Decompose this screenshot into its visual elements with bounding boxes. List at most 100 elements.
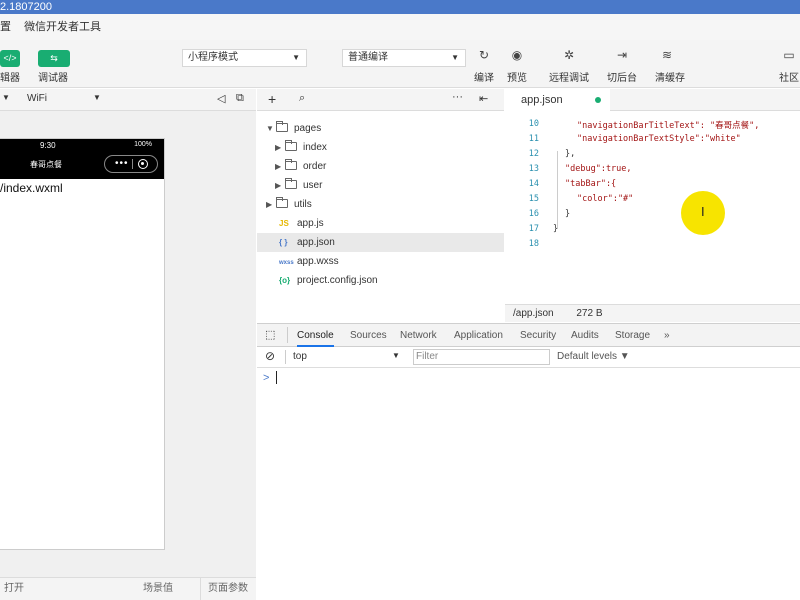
add-icon[interactable]: + [268,91,276,107]
network-select-value[interactable]: WiFi [27,93,47,104]
file-size: 272 B [576,308,603,319]
tab-audits[interactable]: Audits [571,324,599,347]
code-line: "tabBar":{ [565,179,617,189]
tab-network[interactable]: Network [400,324,437,347]
collapse-panel-icon[interactable]: ⇤ [479,92,488,105]
context-select[interactable]: top [293,351,307,362]
code-editor[interactable]: 10 "navigationBarTitleText": "春哥点餐", 11 … [505,111,800,303]
status-battery: 100% [134,141,152,148]
more-icon[interactable]: ••• [115,157,129,171]
toolbar-divider [285,350,286,364]
tab-sources[interactable]: Sources [350,324,387,347]
json-file-icon: { } [279,238,288,247]
mode-select[interactable]: 小程序模式 ▼ [182,49,307,67]
switch-background-label[interactable]: 切后台 [604,69,640,84]
line-number: 14 [528,179,539,189]
line-number: 15 [528,194,539,204]
community-label[interactable]: 社区 [778,69,800,84]
debugger-toggle-button[interactable]: ⇆ [38,50,70,67]
tree-folder-order[interactable]: ▶ order [275,157,326,176]
remote-debug-button-label[interactable]: 远程调试 [546,69,592,84]
tree-folder-user[interactable]: ▶ user [275,176,322,195]
file-path: /app.json [513,308,554,319]
chevron-right-icon[interactable]: ▶ [275,157,285,176]
layers-icon[interactable]: ≋ [657,48,677,66]
chevron-down-icon: ▼ [292,53,300,62]
editor-tab-bar: app.json [505,89,800,111]
open-label[interactable]: 打开 [4,578,24,600]
code-line: "color":"#" [577,194,634,204]
volume-icon[interactable]: ◁ [217,92,225,105]
clear-cache-label[interactable]: 清缓存 [652,69,688,84]
tab-application[interactable]: Application [454,324,503,347]
file-tree: ▼ pages ▶ index ▶ order ▶ user ▶ utils JS app.… [257,111,504,323]
tree-item-label: app.wxss [297,256,339,267]
capsule-menu[interactable]: ••• [104,155,158,173]
chevron-right-icon[interactable]: ▶ [275,176,285,195]
tab-security[interactable]: Security [520,324,556,347]
status-time: 9:30 [40,141,56,150]
tree-folder-pages[interactable]: ▼ pages [266,119,321,138]
tree-item-label: app.json [297,237,335,248]
tab-storage[interactable]: Storage [615,324,650,347]
chevron-down-icon[interactable]: ▼ [2,93,10,102]
toolbar-divider [287,327,288,343]
close-circle-icon[interactable] [138,159,148,169]
menu-item-devtools[interactable]: 微信开发者工具 [24,21,101,33]
simulator-toolbar: ▼ WiFi ▼ ◁ ⧉ [0,89,256,111]
editor-toggle-button[interactable]: </> [0,50,20,67]
clear-console-icon[interactable]: ⊘ [265,349,275,363]
tree-file-app-json[interactable]: { } app.json [257,233,504,252]
chevron-right-icon[interactable]: ▶ [275,138,285,157]
chevron-down-icon[interactable]: ▼ [392,351,400,360]
code-line: }, [565,149,576,159]
editor-tab-label: app.json [521,94,563,106]
tree-item-label: user [303,180,323,191]
bug-icon[interactable]: ✲ [559,48,579,66]
window-title: 2.1807200 [0,1,52,13]
compile-select[interactable]: 普通编译 ▼ [342,49,466,67]
more-icon[interactable]: ··· [452,91,463,103]
chevron-down-icon[interactable]: ▼ [266,119,276,138]
tree-file-app-js[interactable]: JS app.js [279,214,324,233]
compile-select-value: 普通编译 [348,52,388,63]
refresh-icon[interactable]: ↻ [474,48,494,66]
tree-item-label: index [303,142,327,153]
chat-icon[interactable]: ▭ [779,48,799,66]
scene-value-label[interactable]: 场景值 [143,578,173,600]
line-number: 18 [528,239,539,249]
window-title-bar: 2.1807200 [0,0,800,14]
folder-icon [285,159,297,170]
console-output[interactable]: > [257,368,800,600]
code-line: "navigationBarTextStyle":"white" [577,134,741,144]
tree-item-label: project.config.json [297,275,378,286]
code-line: "debug":true, [565,164,632,174]
tree-file-project-config[interactable]: {o} project.config.json [279,271,378,290]
preview-button-label[interactable]: 预览 [503,69,531,84]
log-levels-select[interactable]: Default levels ▼ [557,351,630,362]
console-filter-input[interactable]: Filter [413,349,550,365]
menu-item-settings[interactable]: 置 [0,21,11,33]
chevron-down-icon[interactable]: ▼ [93,93,101,102]
search-icon[interactable]: ⌕ [299,92,305,105]
more-tabs-icon[interactable]: » [664,324,670,347]
tab-console[interactable]: Console [297,324,334,347]
editor-tab-app-json[interactable]: app.json [505,89,610,111]
menu-bar: 置 微信开发者工具 [0,14,800,40]
chevron-right-icon[interactable]: ▶ [266,195,276,214]
inspect-element-icon[interactable]: ⬚ [265,328,275,341]
tree-item-label: app.js [297,218,324,229]
window-detach-icon[interactable]: ⧉ [236,92,244,105]
phone-navigation-bar: 9:30 100% 春哥点餐 ••• [0,139,164,179]
tree-folder-index[interactable]: ▶ index [275,138,327,157]
compile-button-label[interactable]: 编译 [472,69,496,84]
tree-folder-utils[interactable]: ▶ utils [266,195,312,214]
tree-file-app-wxss[interactable]: wxss app.wxss [279,252,339,271]
eye-icon[interactable]: ◉ [507,48,527,66]
nav-title: 春哥点餐 [30,160,62,169]
background-switch-icon[interactable]: ⇥ [612,48,632,66]
unsaved-dot-icon [595,97,601,103]
config-file-icon: {o} [279,276,291,285]
tree-item-label: pages [294,123,322,134]
page-params-label[interactable]: 页面参数 [208,578,248,600]
